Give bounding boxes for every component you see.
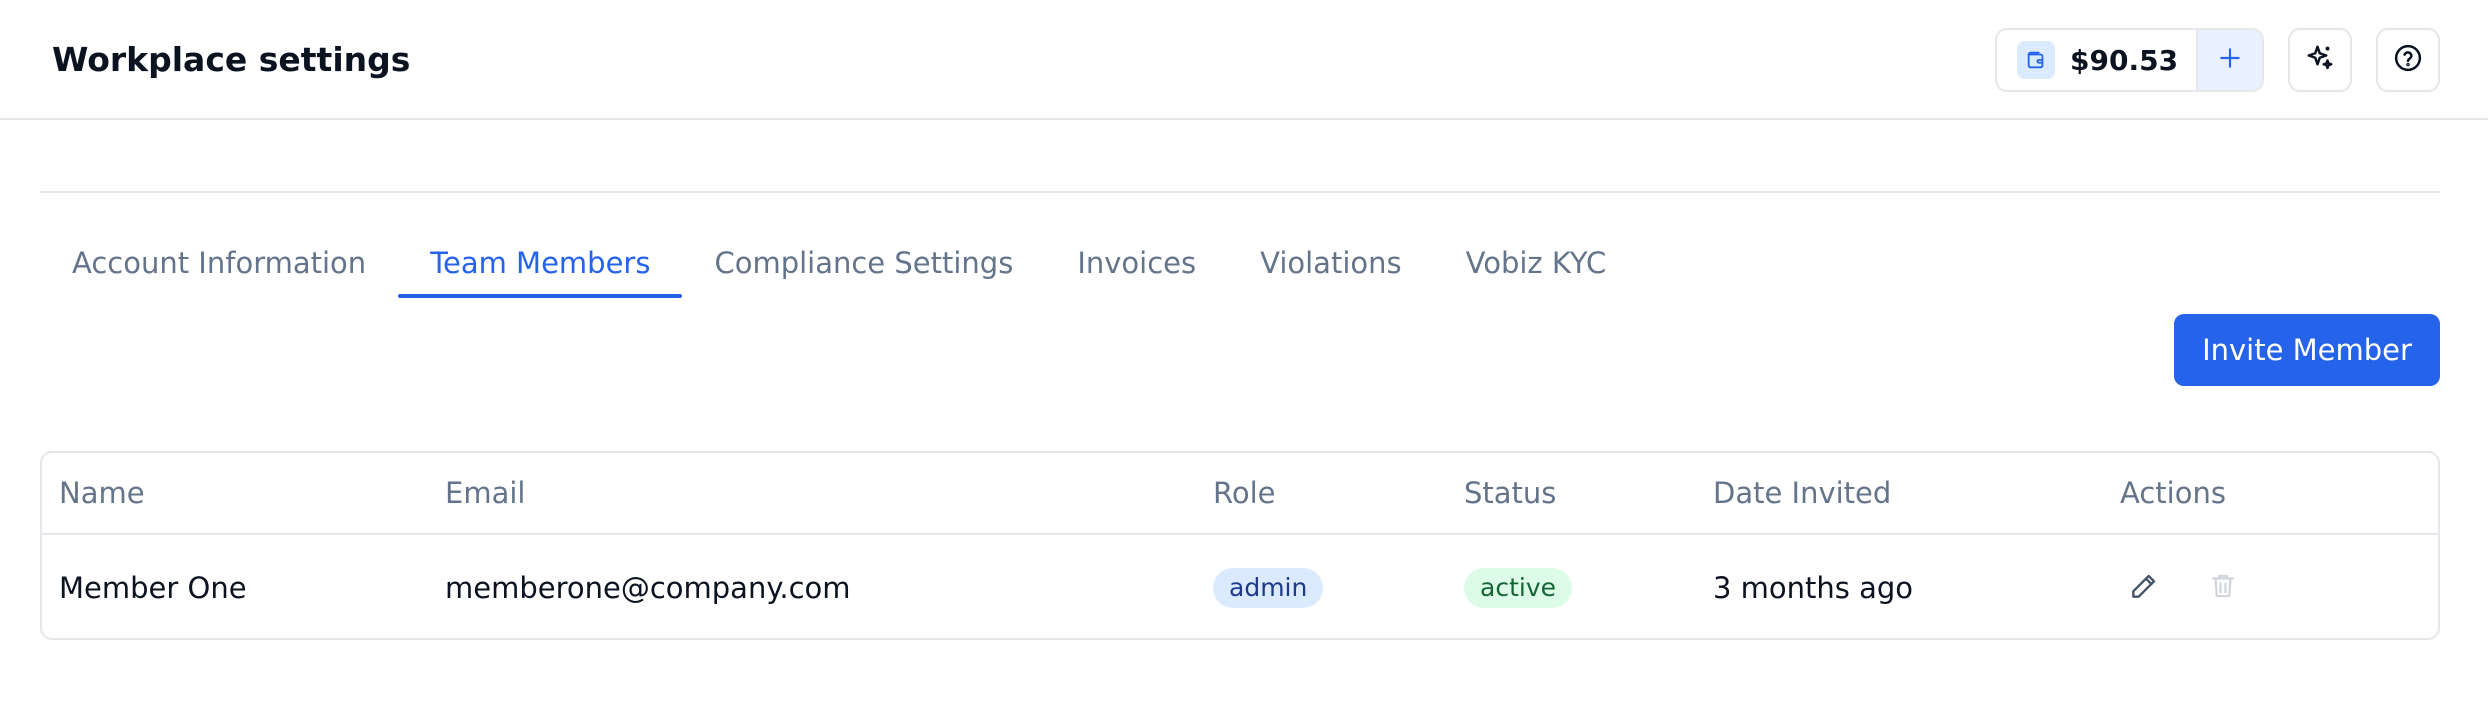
status-cell: active [1464, 535, 1572, 638]
add-funds-button[interactable] [2196, 30, 2262, 90]
wallet-icon [2017, 41, 2055, 79]
role-badge: admin [1213, 567, 1324, 608]
member-name: Member One [59, 570, 247, 605]
help-button[interactable] [2376, 28, 2440, 92]
status-badge: active [1464, 567, 1572, 608]
tab-invoices[interactable]: Invoices [1045, 228, 1228, 298]
edit-member-button[interactable] [2120, 564, 2168, 612]
date-invited: 3 months ago [1713, 570, 1914, 605]
column-header-role: Role [1213, 476, 1276, 510]
wallet-balance-widget[interactable]: $90.53 [1995, 28, 2264, 92]
settings-tabs: Account Information Team Members Complia… [40, 228, 1638, 298]
help-circle-icon [2393, 43, 2423, 77]
column-header-actions: Actions [2120, 476, 2226, 510]
delete-member-button[interactable] [2199, 564, 2247, 612]
team-members-table: Name Email Role Status Date Invited Acti… [40, 451, 2440, 640]
plus-icon [2217, 45, 2243, 75]
page-title: Workplace settings [52, 40, 411, 79]
column-header-name: Name [59, 476, 145, 510]
sparkles-icon [2305, 43, 2335, 77]
trash-icon [2208, 571, 2238, 605]
wallet-amount: $90.53 [2070, 43, 2179, 77]
tab-account-information[interactable]: Account Information [40, 228, 398, 298]
member-email: memberone@company.com [445, 570, 851, 605]
column-header-date-invited: Date Invited [1713, 476, 1892, 510]
table-row: Member One memberone@company.com admin a… [42, 535, 2438, 638]
pencil-icon [2128, 570, 2160, 606]
ai-assistant-button[interactable] [2288, 28, 2352, 92]
column-header-status: Status [1464, 476, 1557, 510]
actions-cell [2120, 535, 2247, 638]
tab-team-members[interactable]: Team Members [398, 228, 683, 298]
invite-member-button[interactable]: Invite Member [2174, 314, 2440, 386]
tab-vobiz-kyc[interactable]: Vobiz KYC [1434, 228, 1639, 298]
section-divider [40, 191, 2440, 193]
tab-violations[interactable]: Violations [1228, 228, 1434, 298]
tab-compliance-settings[interactable]: Compliance Settings [682, 228, 1045, 298]
role-cell: admin [1213, 535, 1324, 638]
top-header: Workplace settings $90.53 [0, 0, 2488, 120]
table-header-row: Name Email Role Status Date Invited Acti… [42, 453, 2438, 535]
wallet-balance[interactable]: $90.53 [1997, 30, 2196, 90]
column-header-email: Email [445, 476, 526, 510]
